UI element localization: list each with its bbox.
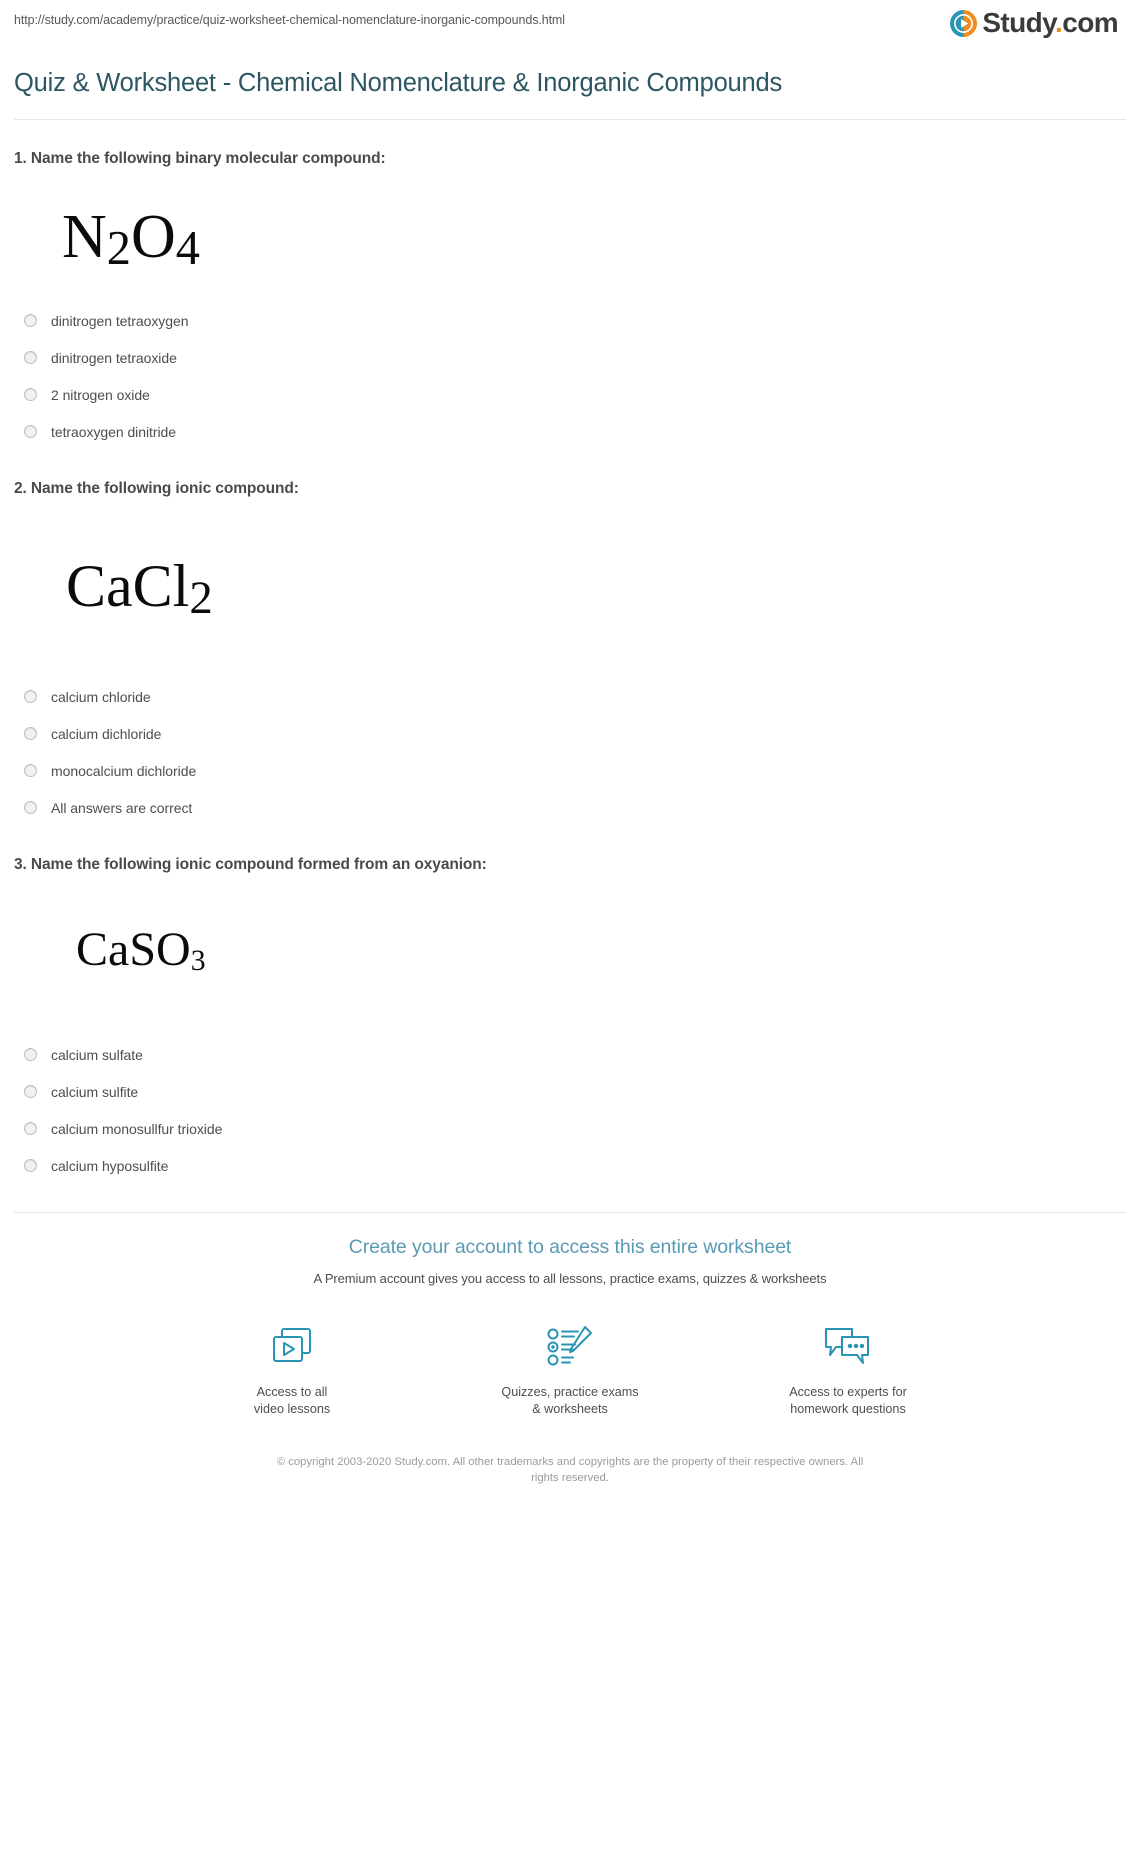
formula-image-2: CaCl2 <box>14 498 1126 678</box>
feature-label-line2: homework questions <box>790 1402 906 1416</box>
radio-button-icon[interactable] <box>24 425 37 438</box>
feature-label: Access to all video lessons <box>207 1384 377 1418</box>
options-list-2: calcium chloride calcium dichloride mono… <box>14 678 1126 826</box>
logo-tld: com <box>1062 7 1118 38</box>
feature-label-line2: video lessons <box>253 1402 331 1416</box>
question-text-3: 3. Name the following ionic compound for… <box>14 856 487 873</box>
cta-section: Create your account to access this entir… <box>14 1213 1126 1486</box>
quiz-checklist-pencil-icon <box>485 1324 655 1370</box>
study-com-logo[interactable]: Study.com <box>950 9 1126 37</box>
option-label: dinitrogen tetraoxide <box>51 349 177 366</box>
option-row[interactable]: calcium monosullfur trioxide <box>14 1110 1126 1147</box>
feature-quizzes: Quizzes, practice exams & worksheets <box>485 1324 655 1418</box>
radio-button-icon[interactable] <box>24 727 37 740</box>
page-title: Quiz & Worksheet - Chemical Nomenclature… <box>14 69 783 97</box>
video-lessons-icon <box>207 1324 377 1370</box>
radio-button-icon[interactable] <box>24 1048 37 1061</box>
chemical-formula-3: CaSO3 <box>76 923 206 978</box>
play-circle-icon <box>950 9 978 37</box>
radio-button-icon[interactable] <box>24 690 37 703</box>
option-label: calcium sulfate <box>51 1046 143 1063</box>
option-row[interactable]: calcium sulfate <box>14 1036 1126 1073</box>
question-text-2: 2. Name the following ionic compound: <box>14 480 299 497</box>
question-text-1: 1. Name the following binary molecular c… <box>14 150 386 167</box>
radio-button-icon[interactable] <box>24 314 37 327</box>
question-block-1: 1. Name the following binary molecular c… <box>14 120 1126 450</box>
option-row[interactable]: monocalcium dichloride <box>14 752 1126 789</box>
question-block-3: 3. Name the following ionic compound for… <box>14 826 1126 1184</box>
question-block-2: 2. Name the following ionic compound: Ca… <box>14 450 1126 826</box>
cta-heading[interactable]: Create your account to access this entir… <box>14 1236 1126 1259</box>
logo-name: Study <box>982 7 1056 38</box>
option-label: tetraoxygen dinitride <box>51 423 177 440</box>
option-label: monocalcium dichloride <box>51 762 197 779</box>
feature-list: Access to all video lessons Quizzes, pra… <box>14 1324 1126 1418</box>
option-label: calcium dichloride <box>51 725 162 742</box>
option-label: All answers are correct <box>51 799 193 816</box>
feature-label-line1: Quizzes, practice exams <box>501 1385 639 1399</box>
chemical-formula-1: N2O4 <box>62 203 200 275</box>
feature-label-line2: & worksheets <box>532 1402 608 1416</box>
radio-button-icon[interactable] <box>24 764 37 777</box>
radio-button-icon[interactable] <box>24 1122 37 1135</box>
formula-image-1: N2O4 <box>14 168 1126 302</box>
page-header: http://study.com/academy/practice/quiz-w… <box>14 0 1126 55</box>
feature-label-line1: Access to all <box>256 1385 328 1399</box>
feature-video-lessons: Access to all video lessons <box>207 1324 377 1418</box>
logo-wordmark: Study.com <box>982 9 1118 37</box>
option-row[interactable]: calcium sulfite <box>14 1073 1126 1110</box>
feature-label-line1: Access to experts for <box>789 1385 907 1399</box>
cta-subheading: A Premium account gives you access to al… <box>313 1271 827 1286</box>
radio-button-icon[interactable] <box>24 1085 37 1098</box>
chat-bubbles-icon <box>763 1324 933 1370</box>
radio-button-icon[interactable] <box>24 801 37 814</box>
source-url: http://study.com/academy/practice/quiz-w… <box>14 13 565 27</box>
feature-experts: Access to experts for homework questions <box>763 1324 933 1418</box>
option-label: calcium chloride <box>51 688 151 705</box>
radio-button-icon[interactable] <box>24 388 37 401</box>
option-row[interactable]: calcium chloride <box>14 678 1126 715</box>
option-label: dinitrogen tetraoxygen <box>51 312 189 329</box>
option-label: calcium monosullfur trioxide <box>51 1120 223 1137</box>
radio-button-icon[interactable] <box>24 1159 37 1172</box>
option-row[interactable]: 2 nitrogen oxide <box>14 376 1126 413</box>
option-label: calcium sulfite <box>51 1083 139 1100</box>
radio-button-icon[interactable] <box>24 351 37 364</box>
formula-image-3: CaSO3 <box>14 874 1126 1036</box>
option-row[interactable]: tetraoxygen dinitride <box>14 413 1126 450</box>
option-row[interactable]: All answers are correct <box>14 789 1126 826</box>
option-row[interactable]: dinitrogen tetraoxide <box>14 339 1126 376</box>
option-label: 2 nitrogen oxide <box>51 386 150 403</box>
options-list-3: calcium sulfate calcium sulfite calcium … <box>14 1036 1126 1184</box>
copyright-notice: © copyright 2003-2020 Study.com. All oth… <box>276 1456 864 1484</box>
options-list-1: dinitrogen tetraoxygen dinitrogen tetrao… <box>14 302 1126 450</box>
option-row[interactable]: calcium dichloride <box>14 715 1126 752</box>
option-label: calcium hyposulfite <box>51 1157 169 1174</box>
option-row[interactable]: calcium hyposulfite <box>14 1147 1126 1184</box>
worksheet-page: http://study.com/academy/practice/quiz-w… <box>0 0 1140 1871</box>
feature-label: Quizzes, practice exams & worksheets <box>485 1384 655 1418</box>
chemical-formula-2: CaCl2 <box>66 553 213 624</box>
option-row[interactable]: dinitrogen tetraoxygen <box>14 302 1126 339</box>
feature-label: Access to experts for homework questions <box>763 1384 933 1418</box>
